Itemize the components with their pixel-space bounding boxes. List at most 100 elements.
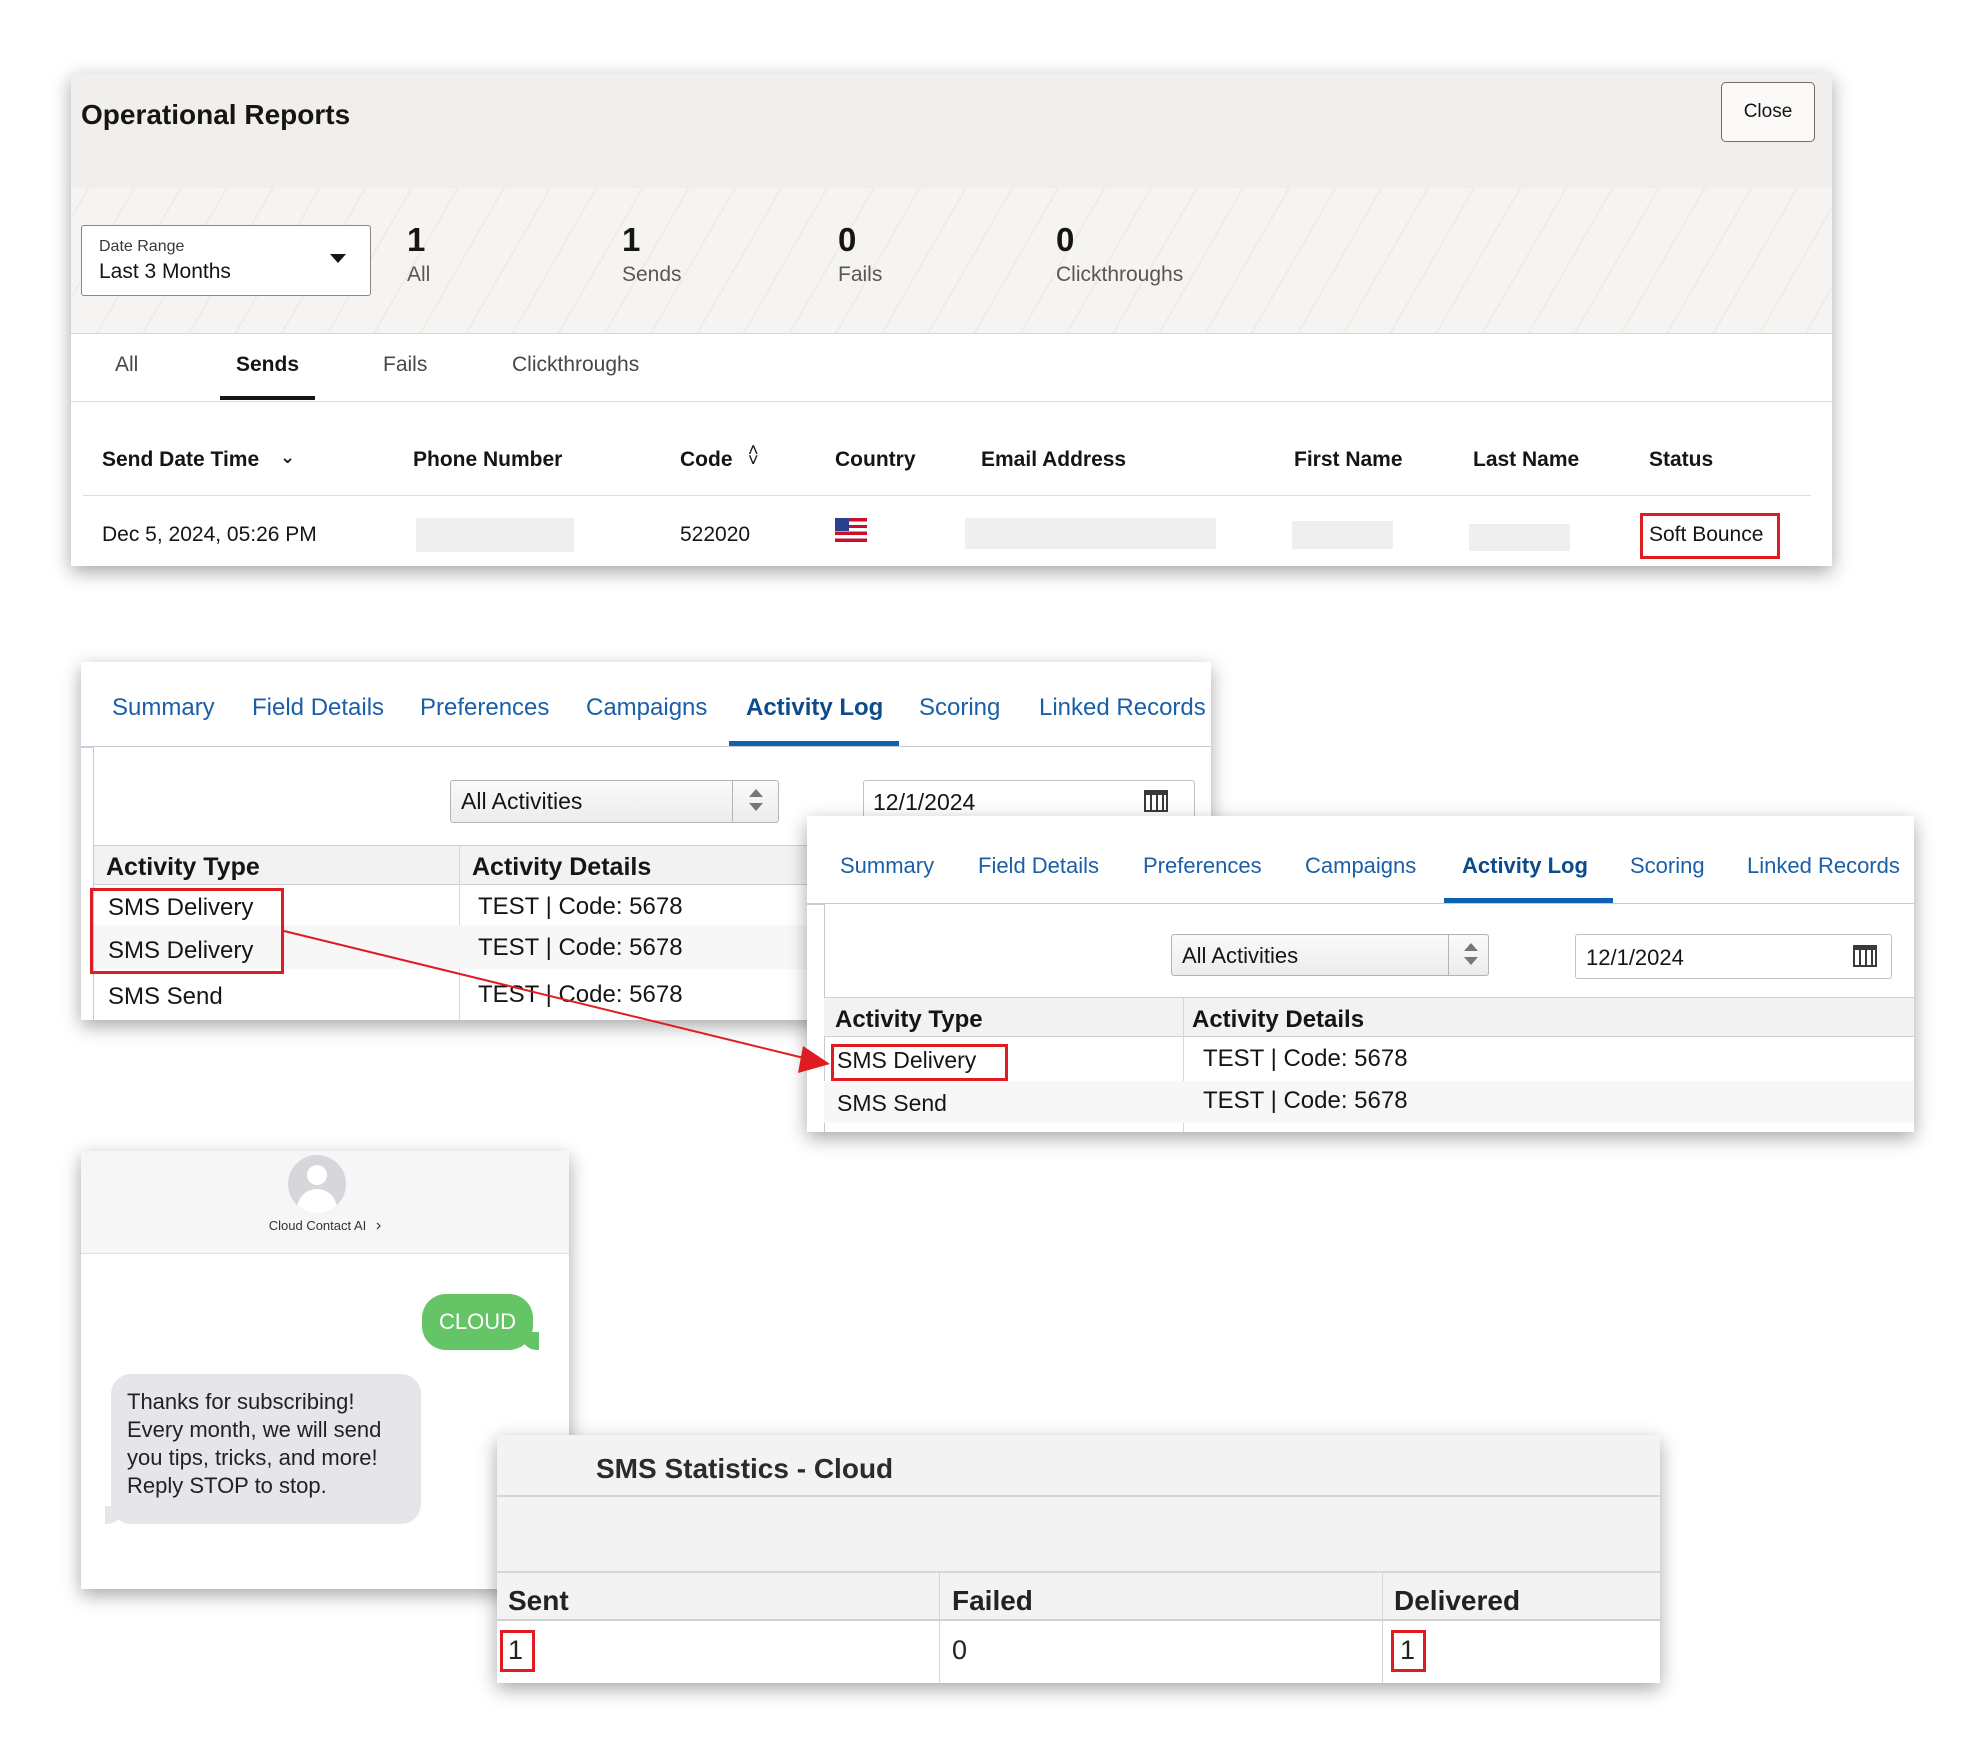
- chevron-right-icon: ›: [375, 1217, 382, 1234]
- incoming-message-text: Thanks for subscribing! Every month, we …: [127, 1389, 382, 1498]
- record-tabs: Summary Field Details Preferences Campai…: [81, 662, 1211, 748]
- tab-activity-log[interactable]: Activity Log: [746, 694, 883, 722]
- date-range-dropdown[interactable]: Date Range Last 3 Months: [81, 225, 371, 296]
- tab-summary[interactable]: Summary: [112, 694, 215, 722]
- grid-header: [824, 997, 1914, 1037]
- col-sent: Sent: [508, 1585, 569, 1616]
- tab-field-details[interactable]: Field Details: [978, 853, 1099, 879]
- row-activity-type: SMS Send: [837, 1090, 947, 1116]
- metric-value: 0: [838, 221, 857, 258]
- avatar[interactable]: [288, 1155, 346, 1213]
- activity-filter-value: All Activities: [1182, 943, 1299, 968]
- col-first-name[interactable]: First Name: [1294, 448, 1403, 472]
- cell-send-date-time: Dec 5, 2024, 05:26 PM: [102, 523, 317, 546]
- date-range-label: Date Range: [99, 238, 185, 255]
- column-divider: [1382, 1573, 1383, 1683]
- col-activity-details: Activity Details: [472, 853, 652, 881]
- row-activity-details: TEST | Code: 5678: [478, 981, 683, 1008]
- row-activity-details: TEST | Code: 5678: [478, 893, 683, 920]
- title-divider: [497, 1495, 1660, 1497]
- col-activity-details: Activity Details: [1192, 1006, 1365, 1033]
- tab-scoring[interactable]: Scoring: [919, 694, 1000, 722]
- select-divider: [732, 781, 733, 822]
- sms-conversation-panel: Cloud Contact AI › CLOUD Thanks for subs…: [81, 1151, 569, 1589]
- tab-fails[interactable]: Fails: [383, 353, 427, 377]
- tab-summary[interactable]: Summary: [840, 853, 934, 879]
- us-flag-icon: [835, 518, 867, 542]
- date-picker[interactable]: 12/1/2024: [1575, 934, 1892, 979]
- activity-log-panel-b: Summary Field Details Preferences Campai…: [807, 816, 1914, 1132]
- failed-value: 0: [952, 1635, 968, 1665]
- col-failed: Failed: [952, 1585, 1033, 1616]
- date-value: 12/1/2024: [1586, 945, 1684, 970]
- col-send-date-time[interactable]: Send Date Time: [102, 448, 259, 472]
- header-divider: [83, 495, 1811, 496]
- col-last-name[interactable]: Last Name: [1473, 448, 1579, 472]
- incoming-message: Thanks for subscribing! Every month, we …: [105, 1374, 421, 1524]
- tab-linked-records[interactable]: Linked Records: [1747, 853, 1900, 879]
- calendar-icon[interactable]: [1853, 945, 1877, 967]
- redacted-last-name: [1469, 524, 1570, 551]
- col-status[interactable]: Status: [1649, 448, 1713, 472]
- contact-name: Cloud Contact AI: [268, 1218, 367, 1233]
- page-title: Operational Reports: [81, 99, 351, 130]
- sent-highlight-box: [500, 1630, 535, 1672]
- metric-value: 1: [407, 221, 426, 258]
- tab-clickthroughs[interactable]: Clickthroughs: [512, 353, 639, 377]
- column-divider: [939, 1573, 940, 1683]
- metric-label: All: [407, 263, 431, 286]
- activity-filter-value: All Activities: [461, 788, 583, 814]
- spin-up-icon: [1464, 943, 1478, 951]
- row-activity-details: TEST | Code: 5678: [1203, 1087, 1408, 1114]
- metric-all: 1 All: [407, 221, 430, 287]
- active-tab-indicator: [220, 396, 315, 400]
- metric-label: Sends: [622, 263, 682, 286]
- row-activity-details: TEST | Code: 5678: [478, 934, 683, 961]
- metric-value: 0: [1056, 221, 1075, 258]
- metric-sends: 1 Sends: [622, 221, 682, 287]
- col-activity-type: Activity Type: [106, 853, 260, 881]
- operational-reports-panel: Operational Reports Close Date Range Las…: [71, 73, 1832, 566]
- redacted-phone-number: [416, 518, 574, 552]
- tab-campaigns[interactable]: Campaigns: [1305, 853, 1416, 879]
- col-country[interactable]: Country: [835, 448, 916, 472]
- tab-all[interactable]: All: [115, 353, 138, 377]
- metric-fails: 0 Fails: [838, 221, 882, 287]
- tab-preferences[interactable]: Preferences: [1143, 853, 1262, 879]
- spin-down-icon: [749, 803, 763, 811]
- col-email-address[interactable]: Email Address: [981, 448, 1126, 472]
- metric-clickthroughs: 0 Clickthroughs: [1056, 221, 1183, 287]
- activity-filter-select[interactable]: All Activities: [450, 780, 779, 823]
- cell-code: 522020: [680, 523, 751, 546]
- tab-field-details[interactable]: Field Details: [252, 694, 384, 722]
- select-divider: [1448, 935, 1449, 975]
- contact-name-row[interactable]: Cloud Contact AI ›: [81, 1217, 569, 1235]
- activity-filter-select[interactable]: All Activities: [1171, 934, 1489, 976]
- chevron-down-icon[interactable]: ⌄: [280, 447, 295, 468]
- tab-preferences[interactable]: Preferences: [420, 694, 549, 722]
- chevron-down-icon: [330, 254, 346, 263]
- tab-linked-records[interactable]: Linked Records: [1039, 694, 1206, 722]
- spin-up-icon: [749, 789, 763, 797]
- tab-campaigns[interactable]: Campaigns: [586, 694, 707, 722]
- outgoing-message: CLOUD: [422, 1294, 539, 1350]
- redacted-email-address: [965, 518, 1216, 549]
- date-value: 12/1/2024: [873, 789, 976, 815]
- tab-sends[interactable]: Sends: [236, 353, 299, 377]
- row-activity-type: SMS Send: [108, 983, 223, 1010]
- tab-scoring[interactable]: Scoring: [1630, 853, 1705, 879]
- tab-activity-log[interactable]: Activity Log: [1462, 853, 1588, 879]
- sort-icon[interactable]: ˄ ˅: [748, 441, 759, 469]
- sms-delivery-highlight-box: [831, 1044, 1008, 1081]
- stats-value-row: [497, 1621, 1660, 1683]
- delivered-highlight-box: [1391, 1630, 1426, 1672]
- spin-down-icon: [1464, 957, 1478, 965]
- col-activity-type: Activity Type: [835, 1006, 983, 1033]
- col-phone-number[interactable]: Phone Number: [413, 448, 562, 472]
- calendar-icon[interactable]: [1144, 790, 1168, 812]
- date-range-value: Last 3 Months: [99, 260, 231, 283]
- close-button[interactable]: Close: [1721, 82, 1815, 142]
- metric-value: 1: [622, 221, 641, 258]
- col-code[interactable]: Code: [680, 448, 733, 472]
- conversation-header: Cloud Contact AI ›: [81, 1151, 569, 1254]
